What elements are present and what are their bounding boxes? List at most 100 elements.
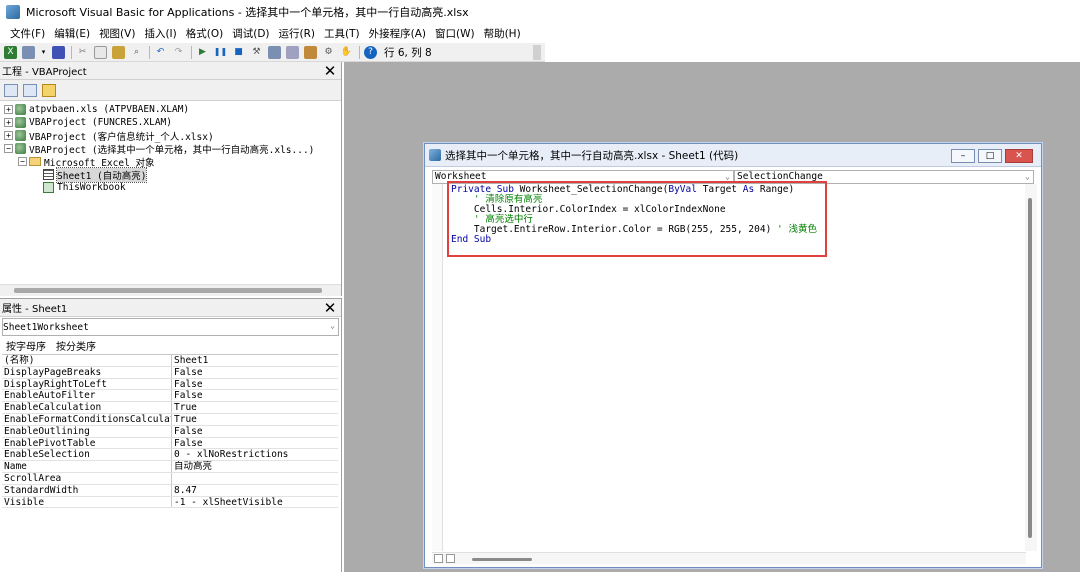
standard-toolbar: X ▾ ✂ ⌕ ↶ ↷ ▶ ❚❚ ■ ⚒ ⚙ ✋ ? 行 6, 列 8 (0, 43, 545, 62)
project-panel-toolbar (0, 80, 341, 101)
tab-categorized[interactable]: 按分类序 (56, 338, 96, 353)
toggle-folders-icon[interactable] (42, 83, 56, 97)
code-window-titlebar[interactable]: 选择其中一个单元格，其中一行自动高亮.xlsx - Sheet1 (代码) – … (425, 144, 1041, 167)
menu-debug[interactable]: 调试(D) (232, 26, 269, 41)
minimize-icon[interactable]: – (951, 149, 975, 163)
toolbar-separator (191, 45, 192, 59)
object-select[interactable]: Sheet1 Worksheet ⌄ (2, 318, 339, 336)
design-mode-icon[interactable]: ⚒ (250, 46, 263, 59)
collapse-icon[interactable]: − (18, 157, 27, 166)
toolbar-separator (71, 45, 72, 59)
property-row[interactable]: EnableCalculation True (2, 402, 338, 414)
property-row[interactable]: EnableOutlining False (2, 425, 338, 438)
find-icon[interactable]: ⌕ (130, 46, 143, 59)
folder-icon (29, 157, 41, 166)
save-icon[interactable] (52, 45, 65, 59)
run-icon[interactable]: ▶ (196, 46, 209, 59)
expand-icon[interactable]: + (4, 131, 13, 140)
expand-icon[interactable]: + (4, 105, 13, 114)
menu-run[interactable]: 运行(R) (279, 26, 316, 41)
tree-item-thisworkbook[interactable]: ThisWorkbook (0, 181, 341, 194)
tree-item[interactable]: − Microsoft Excel 对象 (0, 155, 341, 169)
paste-icon[interactable] (112, 45, 125, 59)
hand-icon[interactable]: ✋ (340, 46, 353, 59)
menu-insert[interactable]: 插入(I) (144, 26, 176, 41)
properties-panel: 属性 - Sheet1 ✕ Sheet1 Worksheet ⌄ 按字母序 按分… (0, 298, 342, 572)
scroll-thumb[interactable] (1028, 198, 1032, 538)
copy-icon[interactable] (94, 45, 107, 59)
tree-item[interactable]: + VBAProject (客户信息统计_个人.xlsx) (0, 129, 341, 143)
excel-view-icon[interactable]: X (4, 45, 17, 59)
properties-grid: (名称) Sheet1 DisplayPageBreaks False Displa… (2, 354, 338, 509)
project-explorer-icon[interactable] (268, 45, 281, 59)
menu-help[interactable]: 帮助(H) (484, 26, 521, 41)
full-module-view-icon[interactable] (446, 554, 455, 563)
property-row[interactable]: ScrollArea (2, 472, 338, 485)
property-row[interactable]: DisplayPageBreaks False (2, 366, 338, 379)
highlight-box (447, 181, 827, 257)
menu-tools[interactable]: 工具(T) (324, 26, 360, 41)
procedure-view-icon[interactable] (434, 554, 443, 563)
view-code-icon[interactable] (4, 83, 18, 97)
property-row[interactable]: EnablePivotTable False (2, 437, 338, 450)
tree-item[interactable]: + VBAProject (FUNCRES.XLAM) (0, 116, 341, 129)
vertical-scrollbar[interactable] (1025, 184, 1037, 551)
tree-item[interactable]: − VBAProject (选择其中一个单元格，其中一行自动高亮.xls...) (0, 142, 341, 156)
property-row[interactable]: DisplayRightToLeft False (2, 378, 338, 391)
worksheet-icon (43, 169, 54, 180)
chevron-down-icon[interactable]: ⌄ (330, 321, 335, 330)
vba-app-icon (6, 5, 20, 19)
menu-edit[interactable]: 编辑(E) (54, 26, 90, 41)
property-row[interactable]: Name 自动高亮 (2, 461, 338, 473)
close-icon[interactable]: ✕ (322, 300, 338, 316)
project-panel-title: 工程 - VBAProject (2, 67, 87, 78)
maximize-icon[interactable]: □ (978, 149, 1002, 163)
view-object-icon[interactable] (23, 83, 37, 97)
property-row[interactable]: EnableFormatConditionsCalculatio True (2, 413, 338, 426)
close-icon[interactable]: ✕ (1005, 149, 1033, 163)
code-window-icon (429, 149, 441, 161)
properties-tabs: 按字母序 按分类序 (0, 336, 341, 354)
workbook-icon (43, 182, 54, 193)
dropdown-arrow-icon[interactable]: ▾ (40, 46, 47, 59)
break-icon[interactable]: ❚❚ (214, 46, 227, 59)
menu-addins[interactable]: 外接程序(A) (369, 26, 426, 41)
help-icon[interactable]: ? (364, 45, 377, 59)
menu-bar: 文件(F) 编辑(E) 视图(V) 插入(I) 格式(O) 调试(D) 运行(R… (0, 24, 1080, 43)
project-panel-header: 工程 - VBAProject ✕ (0, 62, 341, 80)
chevron-down-icon[interactable]: ⌄ (1025, 171, 1030, 183)
property-row[interactable]: EnableSelection 0 - xlNoRestrictions (2, 449, 338, 462)
tree-item[interactable]: + atpvbaen.xls (ATPVBAEN.XLAM) (0, 103, 341, 116)
menu-file[interactable]: 文件(F) (10, 26, 45, 41)
horizontal-scrollbar[interactable] (0, 284, 341, 296)
menu-format[interactable]: 格式(O) (186, 26, 223, 41)
cut-icon[interactable]: ✂ (76, 46, 89, 59)
tree-item-sheet1[interactable]: Sheet1 (自动高亮) (0, 166, 341, 183)
toolbox-icon[interactable]: ⚙ (322, 46, 335, 59)
redo-icon[interactable]: ↷ (172, 46, 185, 59)
horizontal-scrollbar[interactable] (432, 552, 1026, 564)
property-row[interactable]: Visible -1 - xlSheetVisible (2, 496, 338, 509)
project-tree: + atpvbaen.xls (ATPVBAEN.XLAM) + VBAProj… (0, 101, 341, 194)
property-row[interactable]: EnableAutoFilter False (2, 390, 338, 403)
property-row[interactable]: StandardWidth 8.47 (2, 484, 338, 497)
collapse-icon[interactable]: − (4, 144, 13, 153)
property-row[interactable]: (名称) Sheet1 (2, 355, 338, 367)
close-icon[interactable]: ✕ (322, 63, 338, 79)
toolbar-grip[interactable] (533, 45, 541, 60)
window-titlebar: Microsoft Visual Basic for Applications … (0, 0, 1080, 24)
scroll-thumb[interactable] (14, 288, 322, 293)
object-browser-icon[interactable] (304, 45, 317, 59)
properties-panel-title: 属性 - Sheet1 (2, 304, 68, 315)
vba-project-icon (15, 104, 26, 115)
object-type: Worksheet (37, 321, 89, 333)
reset-icon[interactable]: ■ (232, 46, 245, 59)
menu-view[interactable]: 视图(V) (99, 26, 135, 41)
insert-userform-icon[interactable] (22, 45, 35, 59)
tab-alphabetic[interactable]: 按字母序 (6, 338, 46, 353)
properties-window-icon[interactable] (286, 45, 299, 59)
undo-icon[interactable]: ↶ (154, 46, 167, 59)
menu-window[interactable]: 窗口(W) (435, 26, 475, 41)
scroll-thumb[interactable] (472, 558, 532, 561)
expand-icon[interactable]: + (4, 118, 13, 127)
